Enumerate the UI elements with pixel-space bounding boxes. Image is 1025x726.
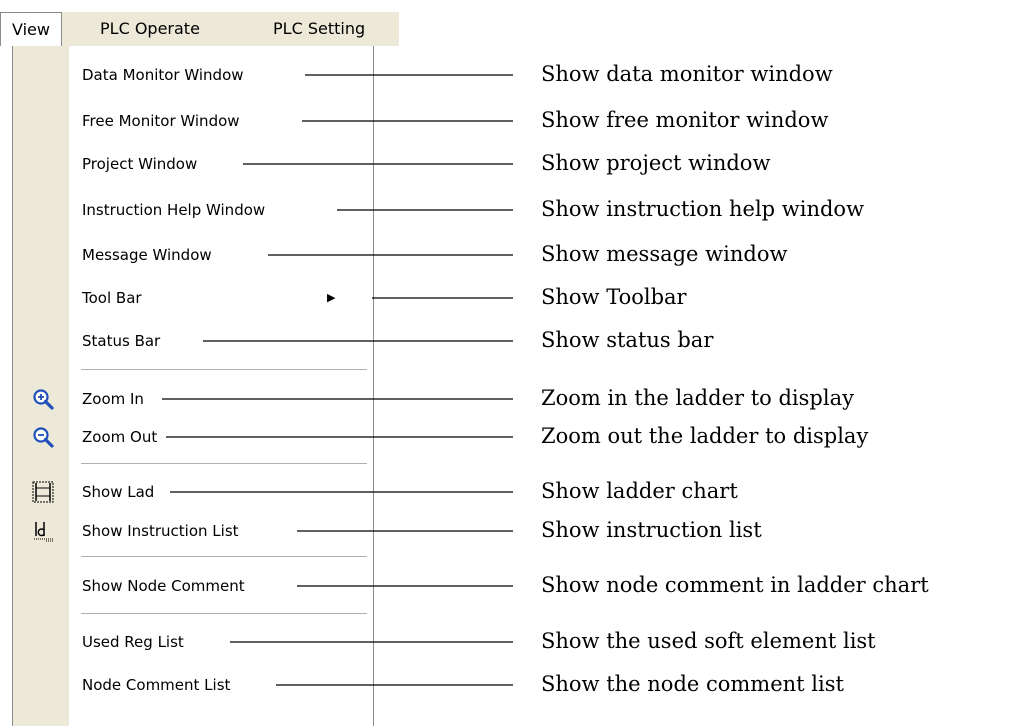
callout-leader-lines: [162, 74, 513, 686]
description-free-monitor-window: Show free monitor window: [541, 108, 829, 132]
description-show-lad: Show ladder chart: [541, 479, 738, 503]
description-used-reg-list: Show the used soft element list: [541, 629, 876, 653]
description-show-instruction-list: Show instruction list: [541, 518, 762, 542]
description-status-bar: Show status bar: [541, 328, 714, 352]
description-instruction-help-window: Show instruction help window: [541, 197, 865, 221]
description-zoom-in: Zoom in the ladder to display: [541, 386, 854, 410]
description-project-window: Show project window: [541, 151, 771, 175]
description-show-node-comment: Show node comment in ladder chart: [541, 573, 929, 597]
description-node-comment-list: Show the node comment list: [541, 672, 844, 696]
description-tool-bar: Show Toolbar: [541, 285, 687, 309]
description-zoom-out: Zoom out the ladder to display: [541, 424, 869, 448]
description-data-monitor-window: Show data monitor window: [541, 62, 833, 86]
description-message-window: Show message window: [541, 242, 788, 266]
